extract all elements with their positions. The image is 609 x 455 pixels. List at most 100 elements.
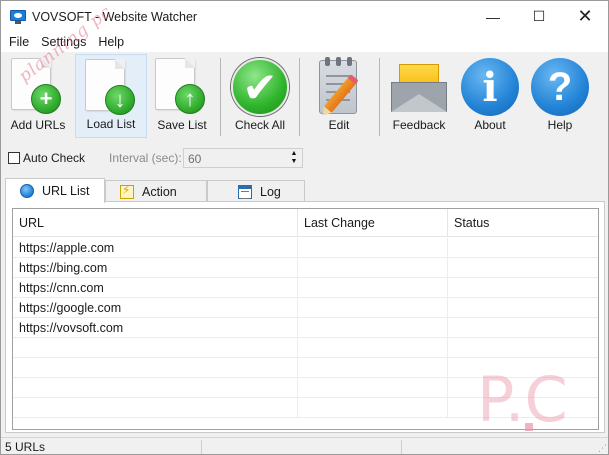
check-all-button[interactable]: ✔ Check All bbox=[227, 54, 293, 138]
url-cell[interactable] bbox=[13, 398, 298, 418]
tab-action[interactable]: Action bbox=[105, 180, 207, 202]
url-cell[interactable] bbox=[13, 338, 298, 358]
url-cell[interactable]: https://cnn.com bbox=[13, 278, 298, 298]
edit-label: Edit bbox=[328, 118, 350, 132]
window-title: VOVSOFT - Website Watcher bbox=[32, 9, 198, 24]
add-urls-label: Add URLs bbox=[10, 118, 66, 132]
status-cell[interactable] bbox=[448, 318, 598, 338]
about-button[interactable]: i About bbox=[459, 54, 521, 138]
tab-log[interactable]: Log bbox=[207, 180, 305, 202]
last-change-cell[interactable] bbox=[298, 258, 448, 278]
status-cell[interactable] bbox=[448, 258, 598, 278]
upload-arrow-icon: ↑ bbox=[175, 84, 205, 114]
url-cell[interactable]: https://bing.com bbox=[13, 258, 298, 278]
spinner-buttons[interactable]: ▲ ▼ bbox=[288, 150, 300, 166]
feedback-button[interactable]: Feedback bbox=[387, 54, 451, 138]
table-row[interactable] bbox=[13, 398, 598, 418]
menu-settings[interactable]: Settings bbox=[35, 32, 92, 52]
toolbar: + Add URLs ↓ Load List ↑ Save List ✔ Che… bbox=[1, 52, 608, 142]
title-bar: VOVSOFT - Website Watcher — ☐ ✕ bbox=[1, 1, 608, 32]
resize-grip-icon[interactable]: ⋰ bbox=[598, 443, 607, 454]
save-list-button[interactable]: ↑ Save List bbox=[151, 54, 213, 138]
menu-help[interactable]: Help bbox=[92, 32, 130, 52]
tab-url-list-label: URL List bbox=[42, 184, 90, 198]
window-controls: — ☐ ✕ bbox=[470, 1, 608, 32]
menu-file[interactable]: File bbox=[3, 32, 35, 52]
globe-icon bbox=[20, 184, 34, 198]
table-row[interactable] bbox=[13, 378, 598, 398]
grid-header: URL Last Change Status bbox=[13, 209, 598, 237]
help-label: Help bbox=[547, 118, 573, 132]
tab-strip: URL List Action Log bbox=[5, 178, 605, 203]
status-cell[interactable] bbox=[448, 358, 598, 378]
url-count: 5 URLs bbox=[5, 440, 46, 454]
maximize-button[interactable]: ☐ bbox=[516, 1, 562, 32]
url-list-panel: URL Last Change Status https://apple.com… bbox=[5, 201, 605, 433]
url-grid[interactable]: URL Last Change Status https://apple.com… bbox=[12, 208, 599, 430]
status-cell[interactable] bbox=[448, 398, 598, 418]
minimize-icon: — bbox=[486, 8, 500, 25]
url-cell[interactable]: https://apple.com bbox=[13, 238, 298, 258]
last-change-cell[interactable] bbox=[298, 298, 448, 318]
url-cell[interactable] bbox=[13, 378, 298, 398]
auto-check-checkbox[interactable] bbox=[8, 152, 20, 164]
auto-check-row: Auto Check Interval (sec): 60 ▲ ▼ bbox=[1, 147, 608, 169]
close-button[interactable]: ✕ bbox=[562, 1, 608, 32]
table-row[interactable] bbox=[13, 358, 598, 378]
about-label: About bbox=[474, 118, 506, 132]
status-cell[interactable] bbox=[448, 238, 598, 258]
toolbar-separator bbox=[220, 58, 221, 136]
app-monitor-icon bbox=[10, 9, 26, 24]
url-cell[interactable]: https://vovsoft.com bbox=[13, 318, 298, 338]
help-button[interactable]: ? Help bbox=[529, 54, 591, 138]
table-row[interactable]: https://vovsoft.com bbox=[13, 318, 598, 338]
last-change-cell[interactable] bbox=[298, 238, 448, 258]
add-plus-icon: + bbox=[31, 84, 61, 114]
spin-down-icon[interactable]: ▼ bbox=[291, 158, 298, 166]
last-change-cell[interactable] bbox=[298, 338, 448, 358]
tab-action-label: Action bbox=[142, 184, 177, 199]
interval-label: Interval (sec): bbox=[109, 151, 182, 165]
status-cell[interactable] bbox=[448, 278, 598, 298]
load-list-button[interactable]: ↓ Load List bbox=[75, 54, 147, 138]
download-arrow-icon: ↓ bbox=[105, 85, 135, 115]
status-separator bbox=[201, 440, 202, 454]
add-urls-button[interactable]: + Add URLs bbox=[5, 54, 71, 138]
auto-check-label[interactable]: Auto Check bbox=[23, 151, 85, 165]
lightning-icon bbox=[120, 183, 134, 199]
status-cell[interactable] bbox=[448, 378, 598, 398]
last-change-cell[interactable] bbox=[298, 318, 448, 338]
table-row[interactable]: https://google.com bbox=[13, 298, 598, 318]
load-list-label: Load List bbox=[86, 117, 136, 131]
interval-value[interactable]: 60 bbox=[188, 152, 201, 166]
column-header-url[interactable]: URL bbox=[13, 209, 298, 237]
table-row[interactable] bbox=[13, 338, 598, 358]
spin-up-icon[interactable]: ▲ bbox=[291, 150, 298, 158]
minimize-button[interactable]: — bbox=[470, 1, 516, 32]
last-change-cell[interactable] bbox=[298, 378, 448, 398]
status-bar: 5 URLs ⋰ bbox=[1, 437, 608, 454]
close-icon: ✕ bbox=[577, 6, 593, 26]
tab-log-label: Log bbox=[260, 184, 281, 199]
last-change-cell[interactable] bbox=[298, 278, 448, 298]
checkmark-icon: ✔ bbox=[231, 58, 289, 116]
log-icon bbox=[238, 184, 252, 199]
status-cell[interactable] bbox=[448, 338, 598, 358]
last-change-cell[interactable] bbox=[298, 398, 448, 418]
url-cell[interactable] bbox=[13, 358, 298, 378]
table-row[interactable]: https://cnn.com bbox=[13, 278, 598, 298]
column-header-last-change[interactable]: Last Change bbox=[298, 209, 448, 237]
interval-spinner[interactable]: 60 ▲ ▼ bbox=[183, 148, 303, 168]
table-row[interactable]: https://bing.com bbox=[13, 258, 598, 278]
status-cell[interactable] bbox=[448, 298, 598, 318]
info-icon: i bbox=[461, 58, 519, 116]
column-header-status[interactable]: Status bbox=[448, 209, 598, 237]
table-row[interactable]: https://apple.com bbox=[13, 238, 598, 258]
tab-url-list[interactable]: URL List bbox=[5, 178, 105, 203]
url-cell[interactable]: https://google.com bbox=[13, 298, 298, 318]
edit-button[interactable]: Edit bbox=[307, 54, 371, 138]
feedback-label: Feedback bbox=[392, 118, 446, 132]
question-icon: ? bbox=[531, 58, 589, 116]
menu-bar: File Settings Help bbox=[1, 32, 608, 52]
last-change-cell[interactable] bbox=[298, 358, 448, 378]
